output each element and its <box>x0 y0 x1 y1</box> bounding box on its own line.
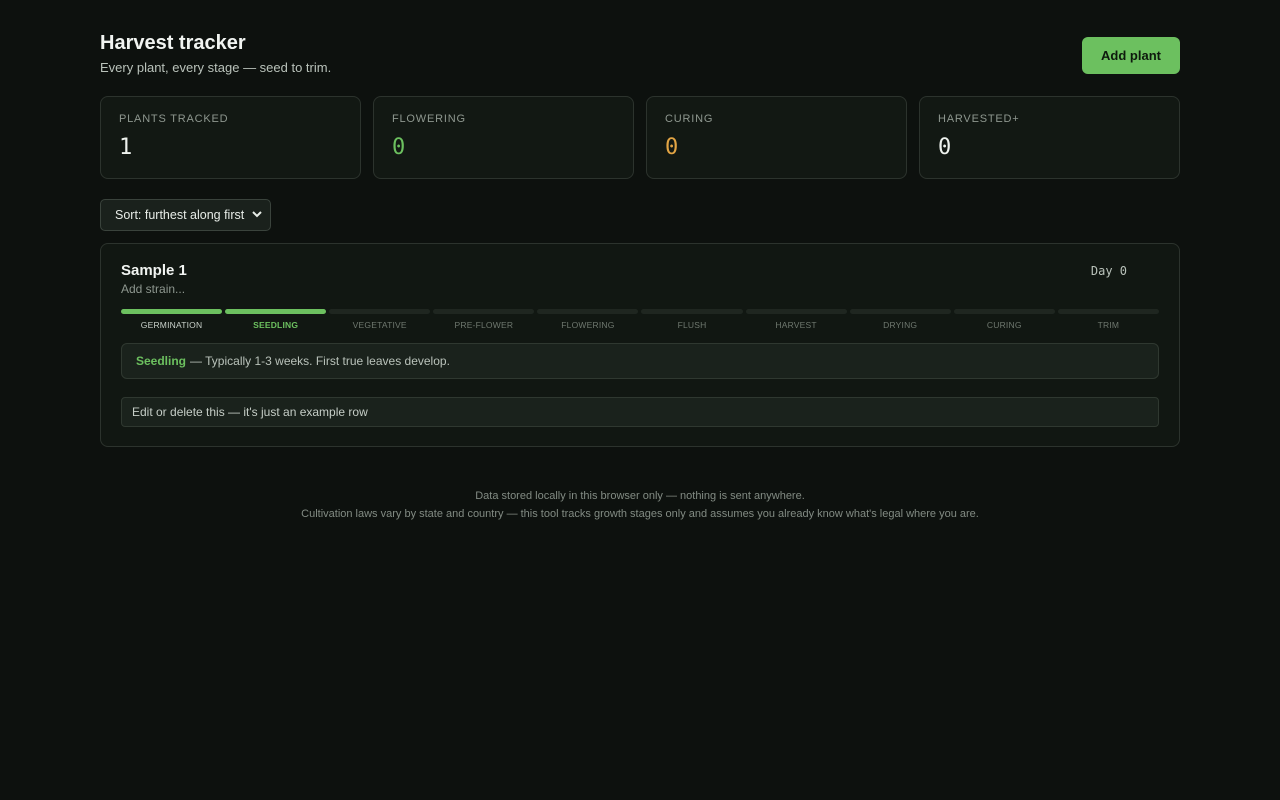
stat-value: 0 <box>392 135 406 160</box>
stat-label: PLANTS TRACKED <box>119 113 229 125</box>
stage-curing[interactable]: CURING <box>953 309 1055 330</box>
stage-pre-flower[interactable]: PRE-FLOWER <box>433 309 535 330</box>
page: Harvest tracker Every plant, every stage… <box>100 0 1180 523</box>
sort-select[interactable]: Sort: furthest along first <box>100 199 272 231</box>
header: Harvest tracker Every plant, every stage… <box>100 32 1180 96</box>
stage-vegetative[interactable]: VEGETATIVE <box>329 309 431 330</box>
sort-selected-label: Sort: furthest along first <box>115 208 245 222</box>
stat-card-plants-tracked: PLANTS TRACKED 1 <box>100 96 361 179</box>
plant-name[interactable]: Sample 1 <box>121 262 1159 279</box>
stat-value: 1 <box>119 135 133 160</box>
page-subtitle: Every plant, every stage — seed to trim. <box>100 60 332 75</box>
stat-label: CURING <box>665 113 714 125</box>
stage-seedling[interactable]: SEEDLING <box>225 309 327 330</box>
stage-label: GERMINATION <box>140 320 203 330</box>
current-stage-name: Seedling <box>136 354 187 368</box>
stage-label: FLUSH <box>677 320 707 330</box>
add-plant-button[interactable]: Add plant <box>1082 37 1180 74</box>
stage-label: HARVEST <box>775 320 817 330</box>
plant-day: Day 0 <box>1090 264 1127 278</box>
stage-bar <box>849 309 951 314</box>
stat-label: FLOWERING <box>392 113 466 125</box>
stage-label: PRE-FLOWER <box>454 320 514 330</box>
stage-label: DRYING <box>883 320 918 330</box>
stage-bar <box>329 309 431 314</box>
notes-input[interactable] <box>121 397 1159 427</box>
stage-flowering[interactable]: FLOWERING <box>537 309 639 330</box>
stage-info: Seedling — Typically 1-3 weeks. First tr… <box>121 343 1159 379</box>
stat-label: HARVESTED+ <box>938 113 1020 125</box>
stage-label: CURING <box>986 320 1022 330</box>
stat-card-flowering: FLOWERING 0 <box>373 96 634 179</box>
stage-progress: GERMINATION SEEDLING VEGETATIVE PRE-FLOWER F… <box>121 309 1159 330</box>
stage-bar <box>537 309 639 314</box>
footer: Data stored locally in this browser only… <box>100 487 1180 523</box>
stage-label: FLOWERING <box>561 320 615 330</box>
stage-description: — Typically 1-3 weeks. First true leaves… <box>190 354 450 368</box>
stage-label: SEEDLING <box>253 320 299 330</box>
stage-bar <box>953 309 1055 314</box>
stats-row: PLANTS TRACKED 1 FLOWERING 0 CURING 0 HA… <box>100 96 1180 179</box>
sort-row: Sort: furthest along first <box>100 199 1180 231</box>
footer-legal-note: Cultivation laws vary by state and count… <box>301 508 979 520</box>
stage-flush[interactable]: FLUSH <box>641 309 743 330</box>
stage-drying[interactable]: DRYING <box>849 309 951 330</box>
plant-card: Sample 1 Add strain... Day 0 GERMINATION… <box>100 243 1180 447</box>
stage-germination[interactable]: GERMINATION <box>121 309 223 330</box>
stat-value: 0 <box>665 135 679 160</box>
stage-bar <box>433 309 535 314</box>
stage-harvest[interactable]: HARVEST <box>745 309 847 330</box>
stage-label: VEGETATIVE <box>352 320 407 330</box>
stat-card-harvested: HARVESTED+ 0 <box>919 96 1180 179</box>
stage-bar <box>745 309 847 314</box>
title-block: Harvest tracker Every plant, every stage… <box>100 32 331 75</box>
stat-value: 0 <box>938 135 952 160</box>
page-title: Harvest tracker <box>100 32 246 54</box>
footer-storage-note: Data stored locally in this browser only… <box>475 490 805 502</box>
stage-bar <box>225 309 327 314</box>
stage-trim[interactable]: TRIM <box>1057 309 1159 330</box>
stage-bar <box>1057 309 1159 314</box>
stat-card-curing: CURING 0 <box>646 96 907 179</box>
stage-label: TRIM <box>1097 320 1120 330</box>
stage-bar <box>121 309 223 314</box>
stage-bar <box>641 309 743 314</box>
chevron-down-icon <box>252 210 262 221</box>
plant-strain-input[interactable]: Add strain... <box>121 282 1159 296</box>
